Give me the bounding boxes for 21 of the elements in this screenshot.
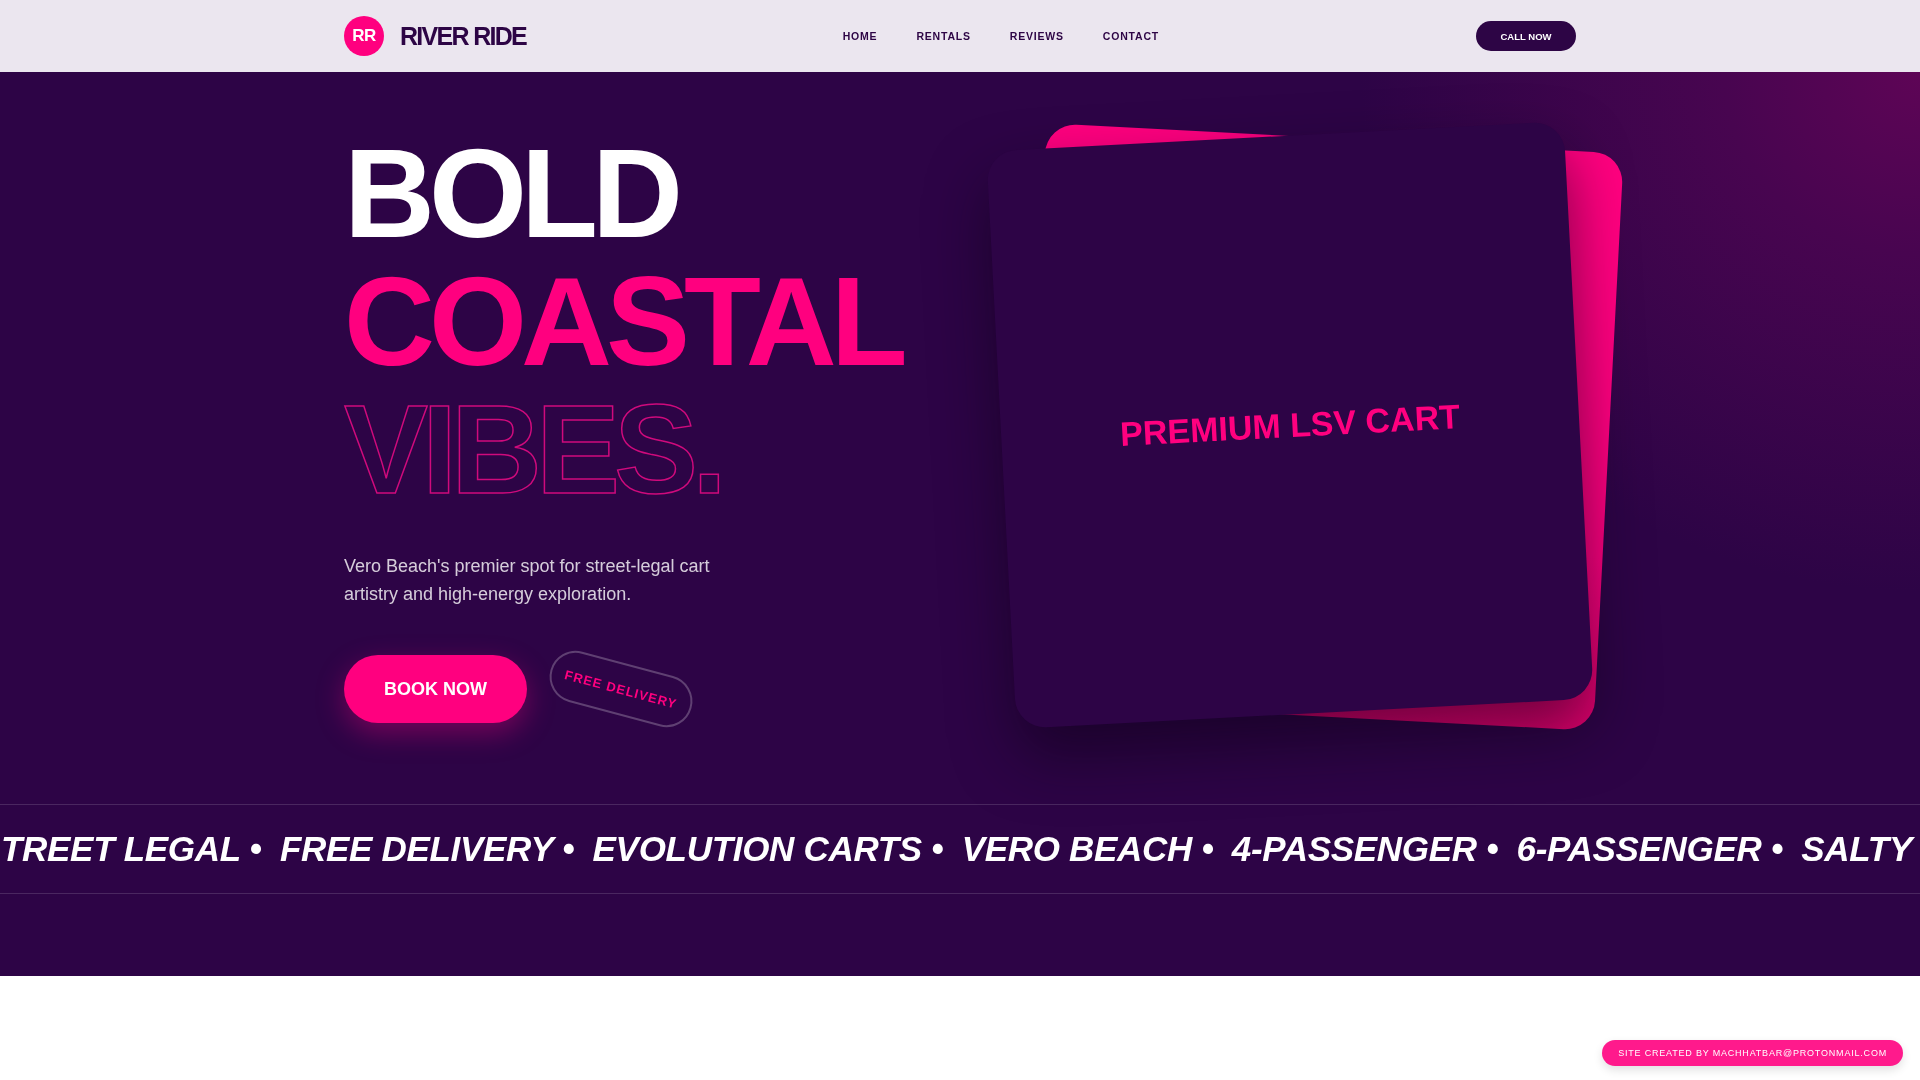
hero-tagline: Vero Beach's premier spot for street-legal cart artistry and high-energy exploration. xyxy=(344,555,711,606)
marquee-text: VERO BEACH • xyxy=(961,828,1215,870)
marquee-text: 4-PASSENGER • xyxy=(1231,828,1500,870)
call-now-button[interactable]: CALL NOW xyxy=(1476,21,1576,51)
nav-link[interactable]: RENTALS xyxy=(916,30,971,42)
headline-text: VIBES. xyxy=(344,386,722,514)
nav-link[interactable]: CONTACT xyxy=(1102,30,1159,42)
logo-mark[interactable]: RR xyxy=(344,16,384,56)
card-label: PREMIUM LSV CART xyxy=(1119,396,1461,454)
marquee-text: SALTY xyxy=(1801,827,1918,871)
headline-text: COASTAL xyxy=(344,258,902,386)
headline-text: BOLD xyxy=(344,130,677,258)
nav-link[interactable]: HOME xyxy=(842,30,878,42)
nav-link[interactable]: REVIEWS xyxy=(1009,30,1064,42)
marquee-text: 6-PASSENGER • xyxy=(1516,828,1784,870)
marquee-text: FREE DELIVERY • xyxy=(279,828,576,870)
brand-name[interactable]: RIVER RIDE xyxy=(400,21,527,51)
book-now-button[interactable]: BOOK NOW xyxy=(344,655,527,723)
marquee-text: EVOLUTION CARTS • xyxy=(592,828,945,870)
marquee-text: TREET LEGAL • xyxy=(1,828,263,870)
credit-link[interactable]: SITE CREATED BY MACHHATBAR@PROTONMAIL.COM xyxy=(1602,1040,1903,1066)
